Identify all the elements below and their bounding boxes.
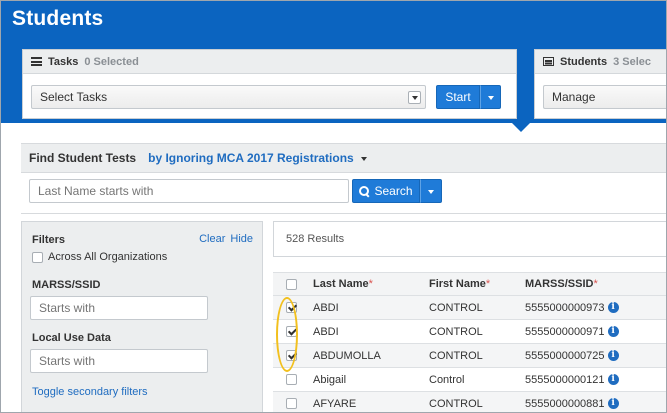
row-last-name: ABDI bbox=[313, 325, 339, 338]
col-first-name[interactable]: First Name* bbox=[421, 278, 517, 290]
info-icon[interactable]: i bbox=[607, 326, 619, 337]
info-icon[interactable]: i bbox=[607, 374, 619, 385]
row-last-name: Abigail bbox=[313, 373, 347, 386]
filters-title: Filters bbox=[32, 234, 66, 246]
search-menu-toggle[interactable] bbox=[420, 179, 442, 203]
across-all-orgs-label: Across All Organizations bbox=[48, 251, 168, 263]
results-count: 528 Results bbox=[286, 233, 345, 245]
row-checkbox[interactable] bbox=[285, 398, 297, 409]
marss-ssid-input[interactable] bbox=[30, 296, 208, 320]
start-button[interactable]: Start bbox=[436, 85, 480, 109]
toggle-secondary-filters-link[interactable]: Toggle secondary filters bbox=[32, 386, 148, 398]
table-row[interactable]: ABDUMOLLA CONTROL 5555000000725 i bbox=[273, 344, 666, 368]
students-selected-count: 3 Selec bbox=[613, 55, 651, 68]
table-row[interactable]: ABDI CONTROL 5555000000971 i bbox=[273, 320, 666, 344]
table-row[interactable]: ABDI CONTROL 5555000000973 i bbox=[273, 296, 666, 320]
tasks-card-header: Tasks 0 Selected bbox=[23, 50, 516, 74]
marss-ssid-label: MARSS/SSID bbox=[32, 279, 101, 291]
students-card: Students 3 Selec Manage bbox=[534, 49, 666, 119]
row-first-name: CONTROL bbox=[429, 301, 483, 314]
select-all-checkbox[interactable] bbox=[285, 278, 297, 290]
row-ssid: 5555000000725 bbox=[525, 349, 605, 362]
app-frame: Students Tasks 0 Selected Select Tasks S… bbox=[0, 0, 667, 413]
select-tasks-dropdown[interactable]: Select Tasks bbox=[31, 85, 426, 109]
row-first-name: CONTROL bbox=[429, 349, 483, 362]
list-box-icon bbox=[543, 57, 554, 66]
filters-panel: Filters Clear Hide Across All Organizati… bbox=[21, 221, 263, 412]
manage-dropdown[interactable]: Manage bbox=[543, 85, 666, 109]
table-header-row: Last Name* First Name* MARSS/SSID* bbox=[273, 272, 666, 296]
last-name-search-input[interactable] bbox=[29, 179, 349, 203]
row-ssid: 5555000000973 bbox=[525, 301, 605, 314]
filters-actions: Clear Hide bbox=[199, 233, 253, 245]
row-first-name: Control bbox=[429, 373, 465, 386]
row-ssid: 5555000000971 bbox=[525, 325, 605, 338]
list-icon bbox=[31, 57, 42, 66]
caret-down-icon bbox=[360, 156, 367, 161]
table-row[interactable]: Abigail Control 5555000000121 i bbox=[273, 368, 666, 392]
row-last-name: AFYARE bbox=[313, 397, 357, 410]
table-row[interactable]: AFYARE CONTROL 5555000000881 i bbox=[273, 392, 666, 412]
chevron-down-icon bbox=[408, 91, 421, 104]
row-first-name: CONTROL bbox=[429, 325, 483, 338]
info-icon[interactable]: i bbox=[607, 302, 619, 313]
search-button[interactable]: Search bbox=[352, 179, 420, 203]
find-student-tests-bar: Find Student Tests by Ignoring MCA 2017 … bbox=[21, 143, 666, 173]
info-icon[interactable]: i bbox=[607, 398, 619, 409]
row-last-name: ABDUMOLLA bbox=[313, 349, 381, 362]
results-header: 528 Results bbox=[273, 221, 666, 257]
search-icon bbox=[359, 186, 370, 196]
highlight-ellipse bbox=[276, 297, 298, 372]
card-pointer bbox=[511, 122, 531, 132]
section-divider bbox=[21, 213, 666, 214]
students-title: Students bbox=[560, 55, 608, 68]
find-label: Find Student Tests bbox=[29, 151, 137, 165]
start-menu-toggle[interactable] bbox=[480, 85, 501, 109]
across-all-orgs-checkbox[interactable] bbox=[32, 251, 43, 263]
select-tasks-value: Select Tasks bbox=[40, 90, 108, 104]
manage-value: Manage bbox=[552, 90, 596, 104]
clear-filters-link[interactable]: Clear bbox=[199, 233, 225, 245]
col-last-name[interactable]: Last Name* bbox=[309, 278, 421, 290]
students-card-header: Students 3 Selec bbox=[535, 50, 666, 74]
across-all-orgs-row[interactable]: Across All Organizations bbox=[32, 251, 167, 263]
tasks-selected-count: 0 Selected bbox=[84, 55, 139, 68]
row-checkbox[interactable] bbox=[285, 374, 297, 385]
tasks-card: Tasks 0 Selected Select Tasks Start bbox=[22, 49, 517, 119]
page-title: Students bbox=[12, 7, 104, 30]
row-ssid: 5555000000121 bbox=[525, 373, 605, 386]
info-icon[interactable]: i bbox=[607, 350, 619, 361]
local-use-data-label: Local Use Data bbox=[32, 332, 111, 344]
tasks-title: Tasks bbox=[48, 55, 79, 68]
row-first-name: CONTROL bbox=[429, 397, 483, 410]
hide-filters-link[interactable]: Hide bbox=[230, 233, 253, 245]
local-use-data-input[interactable] bbox=[30, 349, 208, 373]
row-last-name: ABDI bbox=[313, 301, 339, 314]
row-ssid: 5555000000881 bbox=[525, 397, 605, 410]
col-marss-ssid[interactable]: MARSS/SSID* bbox=[517, 278, 666, 290]
find-mode-dropdown[interactable]: by Ignoring MCA 2017 Registrations bbox=[148, 151, 367, 165]
